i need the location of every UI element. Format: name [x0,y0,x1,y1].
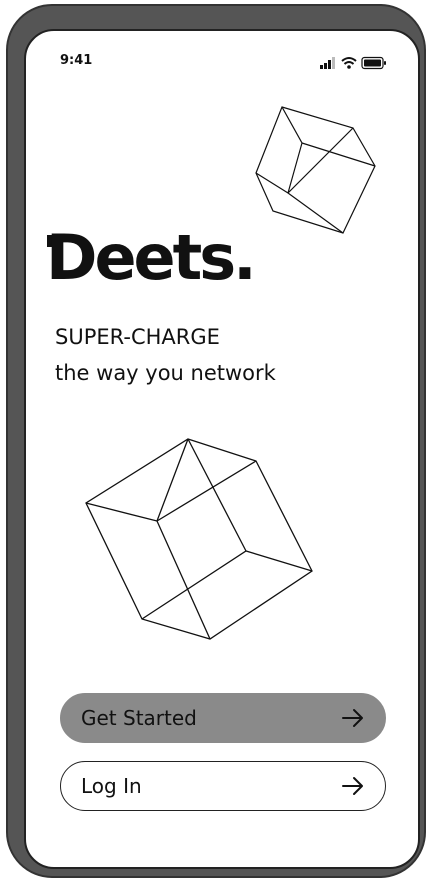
app-logo: Deets. [46,221,257,294]
log-in-label: Log In [81,774,142,798]
status-icons [320,55,390,70]
get-started-label: Get Started [81,706,197,730]
log-in-button[interactable]: Log In [60,761,386,811]
tagline-subline: the way you network [55,361,276,385]
small-cube-illustration [255,106,376,234]
arrow-right-icon [342,777,363,795]
status-time: 9:41 [60,53,93,68]
phone-frame: 9:41 Deets. SUPER-CHARGE the way you net… [6,4,426,878]
tagline-headline: SUPER-CHARGE [55,325,220,349]
arrow-right-icon [342,709,363,727]
get-started-button[interactable]: Get Started [60,693,386,743]
screen: 9:41 Deets. SUPER-CHARGE the way you net… [24,29,420,869]
wifi-icon [341,57,357,69]
battery-icon [361,56,386,70]
large-cube-illustration [85,438,313,640]
cellular-signal-icon [320,57,335,69]
